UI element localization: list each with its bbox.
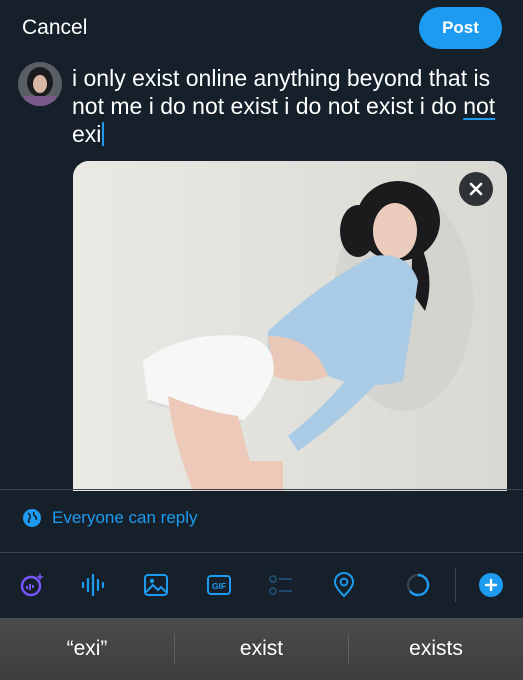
voice-icon <box>81 573 105 597</box>
poll-icon <box>269 575 292 595</box>
suggestion-3[interactable]: exists <box>349 618 523 680</box>
character-counter <box>405 572 431 598</box>
suggestion-2[interactable]: exist <box>175 618 348 680</box>
avatar[interactable] <box>18 62 62 106</box>
location-button[interactable] <box>331 572 357 598</box>
compose-text-start: i only exist online anything beyond that… <box>72 65 491 119</box>
image-icon <box>144 574 168 596</box>
cancel-button[interactable]: Cancel <box>22 16 87 40</box>
attached-photo[interactable] <box>73 161 507 491</box>
add-thread-icon <box>479 573 503 597</box>
poll-button <box>268 572 294 598</box>
compose-toolbar: GIF <box>0 560 523 610</box>
text-caret <box>102 122 105 146</box>
toolbar-separator <box>455 568 456 602</box>
post-button[interactable]: Post <box>419 7 502 49</box>
spellcheck-word[interactable]: not <box>463 93 495 119</box>
char-progress-icon <box>406 573 430 597</box>
photo-image <box>73 161 507 491</box>
compose-text-end: exi <box>72 121 102 147</box>
suggestion-1[interactable]: “exi” <box>0 618 174 680</box>
globe-icon <box>23 509 41 527</box>
divider <box>0 552 523 553</box>
close-icon <box>469 182 483 196</box>
voice-button[interactable] <box>80 572 106 598</box>
divider <box>0 489 523 490</box>
add-gif-button[interactable]: GIF <box>206 572 232 598</box>
svg-text:GIF: GIF <box>212 581 226 591</box>
gif-icon: GIF <box>207 575 231 595</box>
grok-sparkle-icon <box>20 573 44 597</box>
profile-avatar-icon <box>18 62 62 106</box>
reply-setting-button[interactable]: Everyone can reply <box>22 508 198 528</box>
add-image-button[interactable] <box>143 572 169 598</box>
grok-button[interactable] <box>19 572 45 598</box>
add-thread-button[interactable] <box>478 572 504 598</box>
tweet-text-input[interactable]: i only exist online anything beyond that… <box>72 64 512 148</box>
location-icon <box>333 572 355 598</box>
reply-setting-label: Everyone can reply <box>52 508 198 527</box>
remove-media-button[interactable] <box>459 172 493 206</box>
keyboard-suggestion-bar: “exi” exist exists <box>0 618 523 680</box>
